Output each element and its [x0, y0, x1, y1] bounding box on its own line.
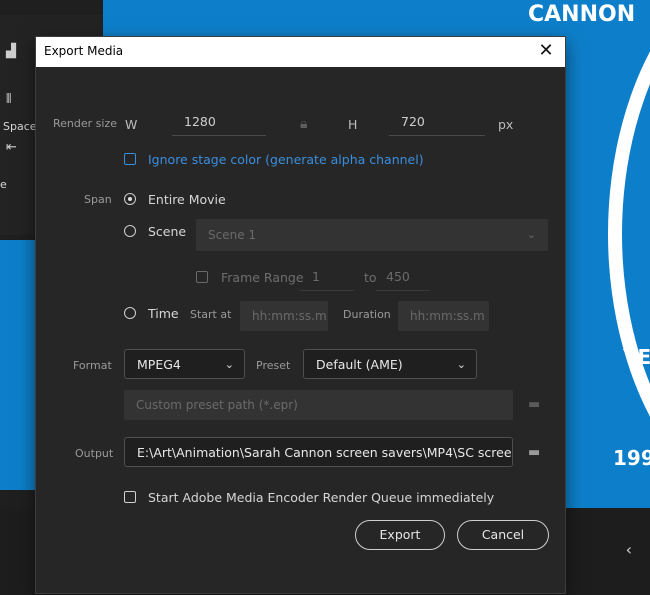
export-button[interactable]: Export [355, 520, 445, 550]
height-value: 720 [401, 114, 425, 129]
preset-value: Default (AME) [316, 357, 403, 372]
start-at-label: Start at [190, 308, 232, 321]
dialog-titlebar: Export Media ✕ [36, 37, 565, 67]
height-label: H [348, 117, 358, 132]
scene-select[interactable]: Scene 1 ⌄ [196, 219, 548, 251]
frame-range-checkbox[interactable] [196, 271, 208, 283]
scene-value: Scene 1 [208, 228, 257, 242]
close-icon[interactable]: ✕ [535, 40, 557, 62]
artwork-text-top: CANNON [528, 2, 636, 27]
frame-to-input[interactable]: 450 [376, 264, 430, 291]
duration-input[interactable]: hh:mm:ss.m [398, 301, 489, 331]
folder-icon[interactable]: ▬ [528, 445, 540, 460]
custom-preset-placeholder: Custom preset path (*.epr) [136, 398, 298, 412]
match-size-icon: ⇤ [6, 140, 17, 155]
time-label[interactable]: Time [148, 306, 179, 321]
lock-icon[interactable]: 🔒︎ [300, 116, 307, 132]
format-value: MPEG4 [137, 357, 181, 372]
ignore-stage-color-checkbox[interactable] [124, 153, 136, 165]
align-icon: ▟ [6, 44, 16, 59]
scene-label[interactable]: Scene [148, 224, 186, 239]
scene-radio[interactable] [124, 225, 136, 237]
width-input[interactable]: 1280 [172, 109, 266, 136]
panel-text: e [0, 178, 7, 191]
px-unit-label: px [498, 117, 514, 132]
frame-from-input[interactable]: 1 [300, 264, 354, 291]
space-label: Space: [3, 120, 41, 133]
ignore-stage-color-label[interactable]: Ignore stage color (generate alpha chann… [148, 152, 424, 167]
start-at-input[interactable]: hh:mm:ss.m [240, 301, 328, 331]
width-value: 1280 [184, 114, 216, 129]
output-path-input[interactable]: E:\Art\Animation\Sarah Cannon screen sav… [124, 437, 513, 467]
duration-label: Duration [343, 308, 391, 321]
artwork-text-bottom: 1995 [613, 446, 650, 470]
chevron-down-icon: ⌄ [526, 228, 536, 241]
start-at-placeholder: hh:mm:ss.m [252, 309, 327, 323]
format-label: Format [73, 359, 112, 372]
entire-movie-label[interactable]: Entire Movie [148, 192, 226, 207]
frame-range-label[interactable]: Frame Range [221, 270, 304, 285]
preset-dropdown[interactable]: Default (AME) ⌄ [303, 349, 477, 379]
dialog-title: Export Media [44, 44, 124, 58]
span-label: Span [84, 193, 112, 206]
output-label: Output [75, 447, 114, 460]
chevron-down-icon: ⌄ [456, 358, 466, 371]
preset-label: Preset [256, 359, 291, 372]
export-media-dialog: Export Media ✕ Render size W 1280 🔒︎ H 7… [36, 37, 565, 593]
chevron-left-icon[interactable]: ‹ [626, 540, 632, 559]
artwork-ring [608, 0, 650, 508]
cancel-button[interactable]: Cancel [457, 520, 549, 550]
frame-to-label: to [364, 270, 377, 285]
start-ame-label[interactable]: Start Adobe Media Encoder Render Queue i… [148, 490, 494, 505]
entire-movie-radio[interactable] [124, 193, 136, 205]
frame-to-value: 450 [386, 269, 410, 284]
chevron-down-icon: ⌄ [224, 358, 234, 371]
distribute-icon: ⫴ [6, 92, 12, 107]
frame-from-value: 1 [312, 269, 320, 284]
width-label: W [125, 117, 138, 132]
height-input[interactable]: 720 [389, 109, 485, 136]
artwork-text-middle: YE [623, 345, 650, 369]
time-radio[interactable] [124, 307, 136, 319]
render-size-label: Render size [53, 117, 117, 130]
output-path-value: E:\Art\Animation\Sarah Cannon screen sav… [137, 445, 513, 460]
duration-placeholder: hh:mm:ss.m [410, 309, 485, 323]
format-dropdown[interactable]: MPEG4 ⌄ [124, 349, 245, 379]
start-ame-checkbox[interactable] [124, 491, 136, 503]
folder-icon[interactable]: ▬ [528, 397, 540, 412]
custom-preset-path-input[interactable]: Custom preset path (*.epr) [124, 390, 513, 420]
